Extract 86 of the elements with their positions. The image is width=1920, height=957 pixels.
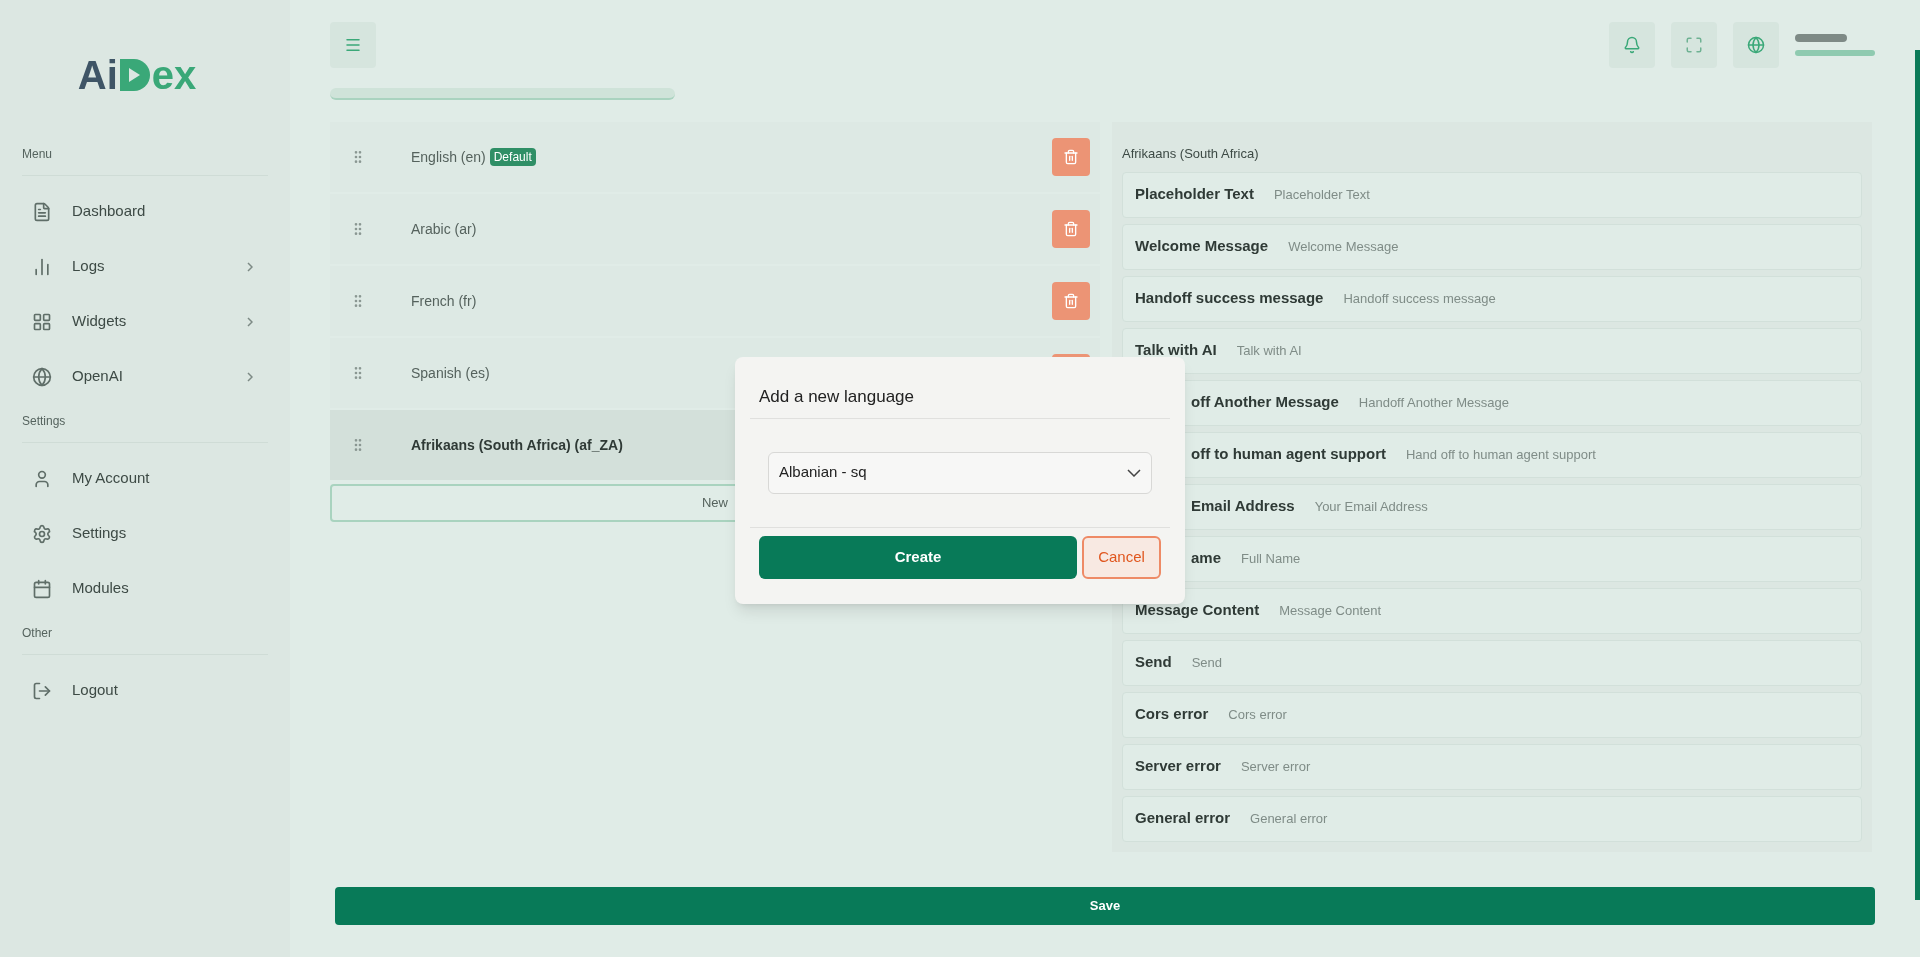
language-select[interactable]: Albanian - sq: [768, 451, 1152, 494]
field-input[interactable]: Welcome Message: [1288, 236, 1849, 257]
toolbar-button[interactable]: [1733, 22, 1779, 68]
field-input[interactable]: Talk with AI: [1236, 340, 1849, 361]
language-name: Spanish (es): [411, 363, 490, 383]
sidebar-item[interactable]: Settings: [22, 506, 268, 561]
dialog-title: Add a new language: [758, 386, 916, 408]
document-icon: [32, 201, 52, 222]
save-button[interactable]: Save: [335, 887, 1875, 925]
chart-icon: [32, 256, 52, 277]
field-label: General error: [1135, 808, 1231, 829]
fullscreen-icon: [1685, 36, 1703, 54]
trash-icon: [1063, 221, 1079, 237]
field-label: Talk with AI: [1135, 340, 1217, 361]
translation-field[interactable]: Cors error Cors error: [1122, 691, 1862, 738]
sidebar-label: Settings: [72, 523, 128, 544]
select-value: Albanian - sq: [779, 462, 868, 483]
sidebar-label: Modules: [72, 578, 130, 599]
field-label: Placeholder Text: [1135, 184, 1254, 205]
panel-title: Afrikaans (South Africa): [1122, 145, 1260, 163]
field-input[interactable]: Server error: [1240, 756, 1849, 777]
field-input[interactable]: Handoff success message: [1343, 288, 1849, 309]
translation-field[interactable]: Handoff success message Handoff success message: [1122, 275, 1862, 322]
user-icon: [32, 468, 52, 489]
translation-field[interactable]: Server error Server error: [1122, 743, 1862, 790]
sidebar-item[interactable]: OpenAI: [22, 349, 268, 404]
settings-icon: [32, 523, 52, 544]
globe-icon: [1747, 36, 1765, 54]
sidebar-item[interactable]: Logs: [22, 239, 268, 294]
field-input[interactable]: Message Content: [1279, 600, 1849, 621]
field-input[interactable]: Send: [1191, 652, 1849, 673]
field-input[interactable]: Cors error: [1228, 704, 1849, 725]
sidebar-label: Logs: [72, 256, 106, 277]
menu-icon: [344, 36, 362, 54]
delete-button[interactable]: [1052, 210, 1090, 248]
chevron-icon: [247, 261, 253, 272]
toolbar-button[interactable]: [1671, 22, 1717, 68]
sidebar-item[interactable]: Modules: [22, 561, 268, 616]
sidebar-label: My Account: [72, 468, 151, 489]
delete-button[interactable]: [1052, 282, 1090, 320]
trash-icon: [1063, 293, 1079, 309]
toolbar-button[interactable]: [1609, 22, 1655, 68]
sidebar-item[interactable]: Logout: [22, 663, 268, 718]
sidebar-label: OpenAI: [72, 366, 124, 387]
section-label: Other: [22, 625, 53, 642]
chevron-icon: [247, 371, 253, 382]
language-name: Arabic (ar): [411, 219, 477, 239]
calendar-icon: [32, 578, 52, 599]
default-badge: Default: [489, 148, 536, 166]
translation-field[interactable]: Send Send: [1122, 639, 1862, 686]
create-button[interactable]: Create: [759, 535, 1077, 579]
language-name: Afrikaans (South Africa) (af_ZA): [411, 435, 623, 455]
translation-field[interactable]: General error General error: [1122, 795, 1862, 842]
logo-text: Ai: [77, 52, 118, 99]
play-icon: [117, 57, 152, 93]
sidebar-label: Widgets: [72, 311, 128, 332]
delete-button[interactable]: [1052, 138, 1090, 176]
section-label: Settings: [22, 413, 67, 430]
sidebar-label: Dashboard: [72, 201, 147, 222]
translation-field[interactable]: Placeholder Text Placeholder Text: [1122, 171, 1862, 218]
translation-field[interactable]: Welcome Message Welcome Message: [1122, 223, 1862, 270]
sidebar-item[interactable]: My Account: [22, 451, 268, 506]
logo-text: ex: [151, 52, 197, 99]
bell-icon: [1623, 36, 1641, 54]
sidebar-item[interactable]: Dashboard: [22, 184, 268, 239]
field-label: Message Content: [1135, 600, 1260, 621]
chevron-icon: [247, 316, 253, 327]
sidebar-label: Logout: [72, 680, 119, 701]
section-label: Menu: [22, 146, 54, 163]
trash-icon: [1063, 149, 1079, 165]
logout-icon: [32, 680, 52, 701]
field-input[interactable]: Placeholder Text: [1273, 184, 1849, 205]
grid-icon: [32, 311, 52, 332]
field-input[interactable]: General error: [1250, 808, 1849, 829]
globe-icon: [32, 366, 52, 387]
menu-button[interactable]: [330, 22, 376, 68]
language-name: English (en): [411, 147, 486, 167]
field-label: Handoff success message: [1135, 288, 1324, 309]
field-label: Welcome Message: [1135, 236, 1269, 257]
field-label: Send: [1135, 652, 1172, 673]
translation-field[interactable]: Message Content Message Content: [1122, 587, 1862, 634]
sidebar-item[interactable]: Widgets: [22, 294, 268, 349]
field-label: Cors error: [1135, 704, 1209, 725]
field-label: Server error: [1135, 756, 1221, 777]
language-name: French (fr): [411, 291, 477, 311]
translation-field[interactable]: Talk with AI Talk with AI: [1122, 327, 1862, 374]
